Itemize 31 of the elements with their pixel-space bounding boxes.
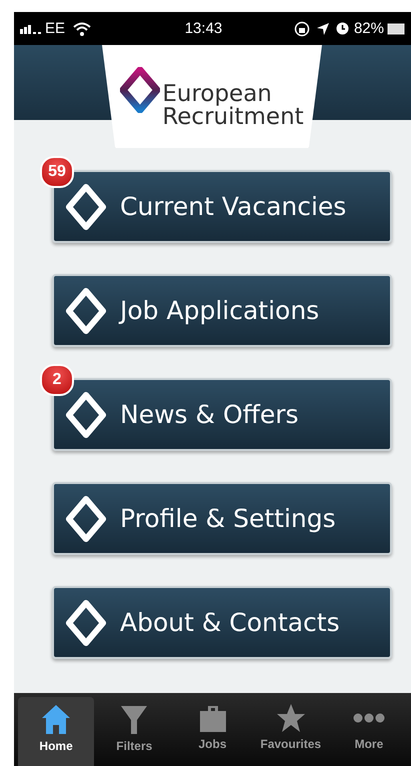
star-icon	[276, 703, 306, 733]
diamond-icon	[66, 288, 106, 334]
rotation-lock-icon	[294, 20, 310, 36]
logo-text: European	[162, 82, 273, 106]
location-arrow-icon	[316, 22, 330, 36]
count-badge: 2	[40, 364, 74, 396]
diamond-icon	[66, 184, 106, 230]
alarm-clock-icon	[336, 22, 349, 35]
tab[interactable]: More	[330, 697, 408, 766]
tab[interactable]: Home	[18, 697, 94, 766]
count-badge: 59	[40, 156, 74, 188]
battery-icon	[387, 22, 405, 34]
carrier-name: EE	[45, 20, 66, 37]
diamond-icon	[66, 496, 106, 542]
wifi-icon	[73, 22, 92, 36]
funnel-icon	[120, 703, 148, 735]
tab[interactable]: Favourites	[252, 697, 329, 766]
menu-button[interactable]: Job Applications	[52, 274, 392, 347]
home-icon	[41, 703, 72, 735]
tab[interactable]: Jobs	[174, 697, 251, 766]
briefcase-icon	[198, 703, 228, 733]
menu-button[interactable]: About & Contacts	[52, 586, 392, 659]
diamond-icon	[66, 392, 106, 438]
signal-icon	[20, 24, 42, 34]
menu-button[interactable]: Profile & Settings	[52, 482, 392, 555]
diamond-icon	[66, 600, 106, 646]
logo-text: Recruitment	[162, 106, 304, 128]
battery-percent: 82%	[354, 20, 384, 37]
tab[interactable]: Filters	[96, 697, 172, 766]
clock-time: 13:43	[184, 20, 222, 37]
logo-icon	[120, 66, 160, 112]
